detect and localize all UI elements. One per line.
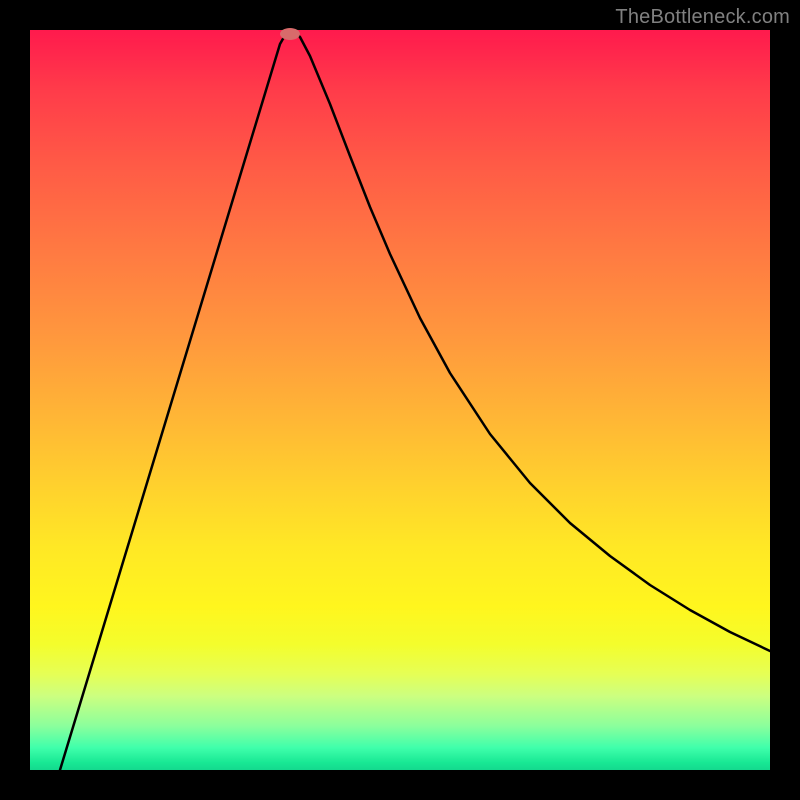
plot-area — [30, 30, 770, 770]
minimum-marker — [280, 28, 300, 40]
attribution-label: TheBottleneck.com — [615, 6, 790, 29]
chart-frame: TheBottleneck.com — [0, 0, 800, 800]
curve-svg — [30, 30, 770, 770]
bottleneck-curve — [60, 31, 770, 770]
